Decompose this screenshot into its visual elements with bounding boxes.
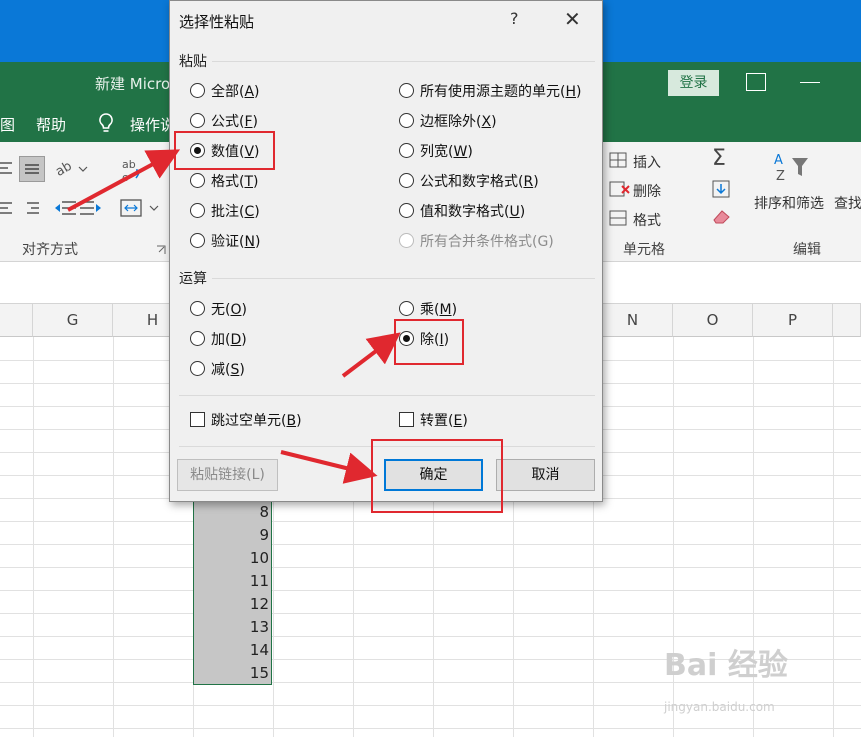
arrow-to-ok: [280, 450, 378, 484]
arrow-to-divide: [341, 332, 401, 378]
arrow-to-values: [67, 149, 181, 212]
annotation-arrows: [67, 149, 401, 484]
watermark-logo: Bai 经验: [664, 648, 788, 683]
watermark-url: jingyan.baidu.com: [664, 700, 775, 714]
